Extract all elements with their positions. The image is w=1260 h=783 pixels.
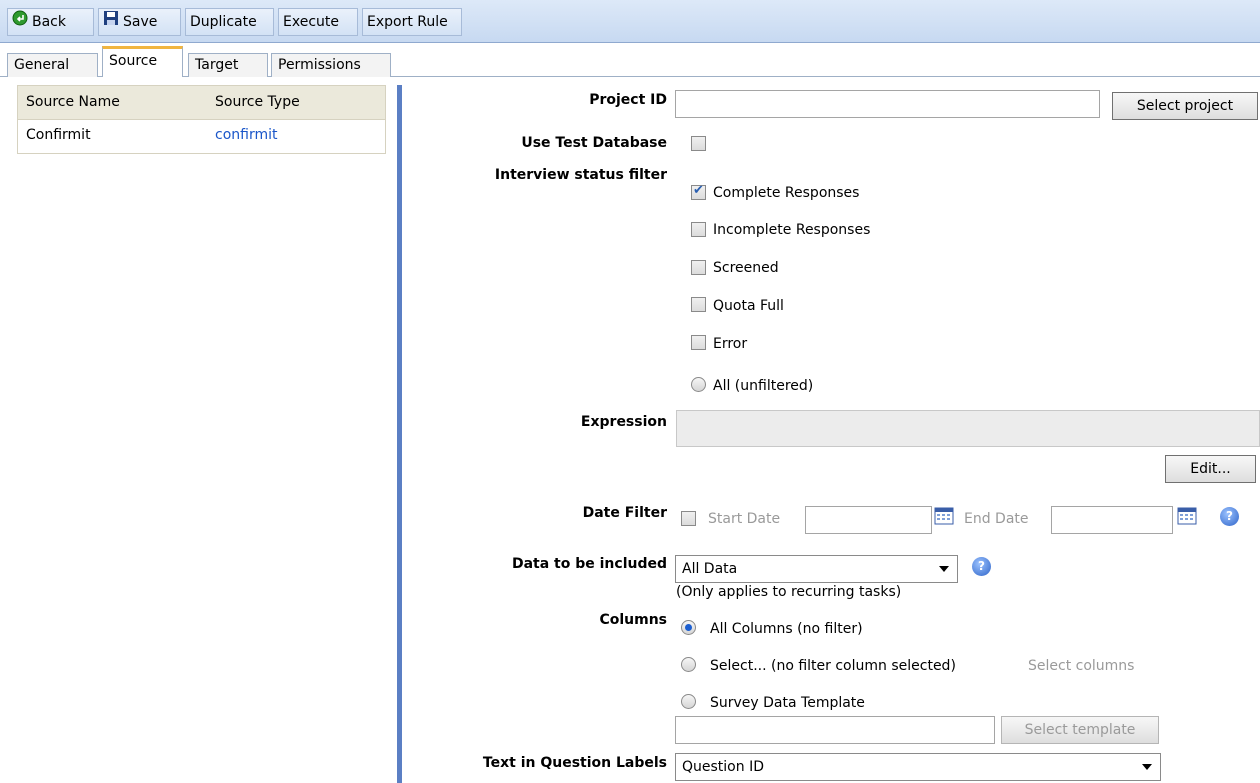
column-header-source-name: Source Name — [26, 94, 120, 110]
quota-full-checkbox[interactable] — [691, 297, 706, 312]
dropdown-arrow-icon — [939, 566, 949, 572]
tab-bar: General Source Target Permissions — [0, 43, 1260, 77]
template-input[interactable] — [675, 716, 995, 744]
quota-full-label: Quota Full — [713, 298, 784, 314]
select-project-button[interactable]: Select project — [1112, 92, 1258, 120]
tab-general[interactable]: General — [7, 53, 98, 77]
data-to-be-included-value: All Data — [682, 561, 738, 577]
tab-source[interactable]: Source — [102, 46, 183, 77]
all-unfiltered-radio[interactable] — [691, 377, 706, 392]
start-date-input[interactable] — [805, 506, 932, 534]
floppy-disk-icon — [103, 9, 119, 35]
all-columns-radio[interactable] — [681, 620, 696, 635]
source-list-panel: Source Name Source Type Confirmit confir… — [0, 77, 398, 783]
all-unfiltered-label: All (unfiltered) — [713, 378, 814, 394]
source-name-cell: Confirmit — [26, 127, 91, 143]
execute-button[interactable]: Execute — [278, 8, 358, 36]
start-date-label: Start Date — [708, 511, 781, 527]
select-columns-link[interactable]: Select columns — [1028, 658, 1134, 674]
date-filter-label: Date Filter — [582, 505, 667, 521]
export-rule-button[interactable]: Export Rule — [362, 8, 462, 36]
source-table: Source Name Source Type Confirmit confir… — [17, 85, 386, 154]
back-button[interactable]: Back — [7, 8, 94, 36]
help-icon[interactable]: ? — [972, 557, 991, 576]
expression-field — [676, 410, 1260, 447]
tab-target[interactable]: Target — [188, 53, 268, 77]
text-in-question-labels-select[interactable]: Question ID — [675, 753, 1161, 781]
back-label: Back — [32, 14, 66, 30]
use-test-database-checkbox[interactable] — [691, 136, 706, 151]
end-date-label: End Date — [964, 511, 1029, 527]
save-label: Save — [123, 14, 158, 30]
use-test-database-label: Use Test Database — [521, 135, 667, 151]
source-table-header: Source Name Source Type — [18, 86, 385, 120]
interview-status-filter-label: Interview status filter — [494, 167, 667, 183]
toolbar: Back Save Duplicate Execute Export Rule — [0, 0, 1260, 43]
incomplete-responses-label: Incomplete Responses — [713, 222, 871, 238]
error-label: Error — [713, 336, 748, 352]
expression-label: Expression — [580, 414, 667, 430]
end-date-input[interactable] — [1051, 506, 1173, 534]
survey-data-template-radio[interactable] — [681, 694, 696, 709]
panel-divider — [397, 85, 402, 783]
screened-checkbox[interactable] — [691, 260, 706, 275]
complete-responses-label: Complete Responses — [713, 185, 860, 201]
project-id-label: Project ID — [589, 92, 667, 108]
edit-expression-button[interactable]: Edit... — [1165, 455, 1256, 483]
save-button[interactable]: Save — [98, 8, 181, 36]
data-to-be-included-label: Data to be included — [511, 556, 667, 572]
recurring-tasks-note: (Only applies to recurring tasks) — [676, 584, 902, 600]
tab-permissions[interactable]: Permissions — [271, 53, 391, 77]
select-template-button[interactable]: Select template — [1001, 716, 1159, 744]
screened-label: Screened — [713, 260, 779, 276]
text-in-question-labels-value: Question ID — [682, 759, 764, 775]
table-row[interactable]: Confirmit confirmit — [18, 120, 385, 153]
select-columns-radio[interactable] — [681, 657, 696, 672]
all-columns-label: All Columns (no filter) — [710, 621, 863, 637]
date-filter-checkbox[interactable] — [681, 511, 696, 526]
project-id-input[interactable] — [675, 90, 1100, 118]
duplicate-button[interactable]: Duplicate — [185, 8, 274, 36]
survey-data-template-label: Survey Data Template — [710, 695, 865, 711]
text-in-question-labels-label: Text in Question Labels — [482, 755, 667, 771]
columns-label: Columns — [599, 612, 667, 628]
data-to-be-included-select[interactable]: All Data — [675, 555, 958, 583]
help-icon[interactable]: ? — [1220, 507, 1239, 526]
calendar-icon[interactable] — [934, 507, 954, 525]
dropdown-arrow-icon — [1142, 764, 1152, 770]
complete-responses-checkbox[interactable] — [691, 183, 706, 200]
select-columns-option-label: Select... (no filter column selected) — [710, 658, 956, 674]
column-header-source-type: Source Type — [215, 94, 300, 110]
source-type-link[interactable]: confirmit — [215, 127, 277, 143]
incomplete-responses-checkbox[interactable] — [691, 222, 706, 237]
error-checkbox[interactable] — [691, 335, 706, 350]
back-arrow-icon — [12, 9, 28, 35]
calendar-icon[interactable] — [1177, 507, 1197, 525]
